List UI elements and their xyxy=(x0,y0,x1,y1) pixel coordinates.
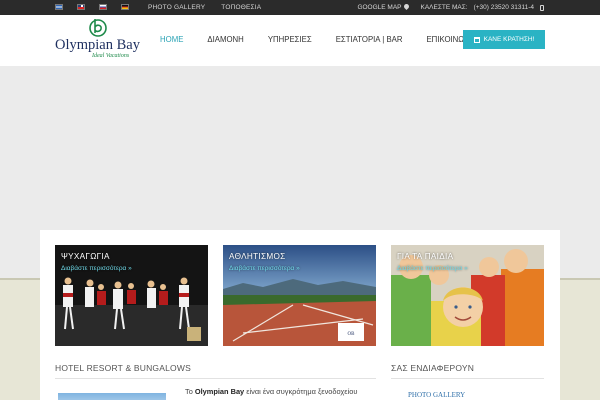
top-links: PHOTO GALLERY ΤΟΠΟΘΕΣΙΑ xyxy=(148,4,261,11)
divider xyxy=(55,378,376,379)
intro-prefix: Το xyxy=(185,387,193,396)
logo-name: Olympian Bay xyxy=(55,37,140,53)
interest-section-title: ΣΑΣ ΕΝΔΙΑΦΕΡΟΥΝ xyxy=(391,363,475,373)
content-panel: ΨΥΧΑΓΩΓΙΑ Διαβάστε περισσότερα » OB ΑΘΛΗ… xyxy=(40,230,560,400)
svg-text:OB: OB xyxy=(348,332,356,337)
hotel-thumbnail xyxy=(58,393,166,400)
photo-gallery-button[interactable]: PHOTO GALLERY xyxy=(400,391,495,400)
german-flag-icon[interactable] xyxy=(121,4,129,10)
entertainment-card[interactable]: ΨΥΧΑΓΩΓΙΑ Διαβάστε περισσότερα » xyxy=(55,245,208,346)
mobile-phone-icon xyxy=(540,4,544,11)
hotel-section-title: HOTEL RESORT & BUNGALOWS xyxy=(55,363,191,373)
site-header: Olympian Bay Ideal Vacations HOME ΔΙΑΜΟΝ… xyxy=(0,15,600,66)
google-map-label: GOOGLE MAP xyxy=(357,4,402,11)
card-title: ΑΘΛΗΤΙΣΜΟΣ xyxy=(229,252,286,261)
photo-gallery-link[interactable]: PHOTO GALLERY xyxy=(148,4,205,11)
divider xyxy=(391,378,544,379)
language-switcher xyxy=(55,4,129,10)
book-now-button[interactable]: ΚΑΝΕ ΚΡΑΤΗΣΗ! xyxy=(463,30,545,49)
main-nav: HOME ΔΙΑΜΟΝΗ ΥΠΗΡΕΣΙΕΣ ΕΣΤΙΑΤΟΡΙΑ | BAR … xyxy=(160,35,501,44)
google-map-link[interactable]: GOOGLE MAP xyxy=(357,2,410,11)
read-more-link[interactable]: Διαβάστε περισσότερα » xyxy=(229,265,300,272)
phone-number[interactable]: (+30) 23520 31311-4 xyxy=(474,4,534,11)
intro-rest: είναι ένα συγκρότημα ξενοδοχείου xyxy=(246,387,358,396)
logo-tagline: Ideal Vacations xyxy=(92,53,130,59)
russian-flag-icon[interactable] xyxy=(99,4,107,10)
contact-info: GOOGLE MAP ΚΑΛΕΣΤΕ ΜΑΣ: (+30) 23520 3131… xyxy=(357,2,544,11)
intro-text: Το Olympian Bay είναι ένα συγκρότημα ξεν… xyxy=(185,387,357,396)
card-title: ΓΙΑ ΤΑ ΠΑΙΔΙΑ xyxy=(397,252,454,261)
nav-item-accommodation[interactable]: ΔΙΑΜΟΝΗ xyxy=(207,35,243,44)
intro-brand: Olympian Bay xyxy=(194,387,245,396)
card-title: ΨΥΧΑΓΩΓΙΑ xyxy=(61,252,110,261)
greek-flag-icon[interactable] xyxy=(55,4,63,10)
nav-item-restaurants[interactable]: ΕΣΤΙΑΤΟΡΙΑ | BAR xyxy=(336,35,403,44)
kids-card[interactable]: ΓΙΑ ΤΑ ΠΑΙΔΙΑ Διαβάστε περισσότερα » xyxy=(391,245,544,346)
calendar-icon xyxy=(473,36,480,43)
book-now-label: ΚΑΝΕ ΚΡΑΤΗΣΗ! xyxy=(483,36,535,43)
logo-mark-icon xyxy=(89,19,107,37)
nav-item-services[interactable]: ΥΠΗΡΕΣΙΕΣ xyxy=(268,35,312,44)
nav-item-home[interactable]: HOME xyxy=(160,35,183,44)
sports-card[interactable]: OB ΑΘΛΗΤΙΣΜΟΣ Διαβάστε περισσότερα » xyxy=(223,245,376,346)
read-more-link[interactable]: Διαβάστε περισσότερα » xyxy=(397,265,468,272)
read-more-link[interactable]: Διαβάστε περισσότερα » xyxy=(61,265,132,272)
call-label: ΚΑΛΕΣΤΕ ΜΑΣ: xyxy=(420,4,468,11)
uk-flag-icon[interactable] xyxy=(77,4,85,10)
logo[interactable]: Olympian Bay Ideal Vacations xyxy=(55,15,145,63)
top-bar: PHOTO GALLERY ΤΟΠΟΘΕΣΙΑ GOOGLE MAP ΚΑΛΕΣ… xyxy=(0,0,600,15)
location-link[interactable]: ΤΟΠΟΘΕΣΙΑ xyxy=(221,4,261,11)
map-pin-icon xyxy=(402,2,410,11)
